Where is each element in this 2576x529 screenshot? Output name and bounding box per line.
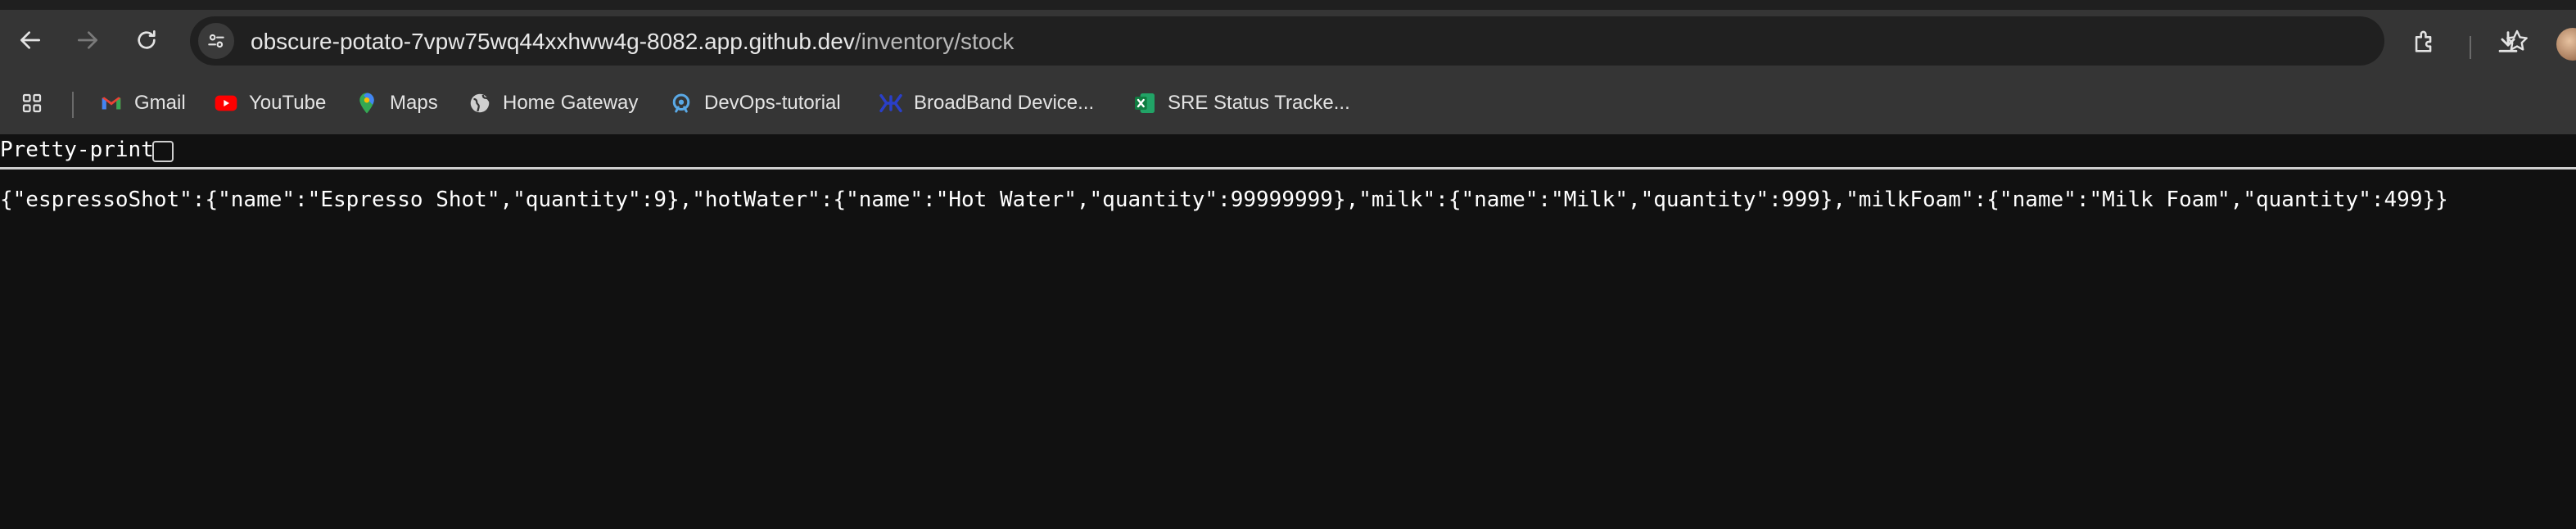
bookmark-broadband-device[interactable]: BroadBand Device... — [878, 72, 1094, 134]
bookmark-home-gateway[interactable]: Home Gateway — [467, 72, 638, 134]
excel-icon — [1132, 90, 1158, 116]
bookmark-label: SRE Status Tracke... — [1168, 92, 1350, 114]
browser-toolbar: obscure-potato-7vpw75wq44xxhww4g-8082.ap… — [0, 10, 2576, 72]
forward-icon[interactable] — [74, 26, 102, 54]
pretty-print-label: Pretty-print — [0, 138, 154, 162]
bookmark-label: Gmail — [134, 92, 186, 114]
apps-icon[interactable] — [20, 72, 44, 134]
back-icon[interactable] — [16, 26, 44, 54]
bookmark-devops-tutorial[interactable]: DevOps-tutorial — [668, 72, 841, 134]
bookmarks-divider — [72, 92, 74, 118]
broadband-icon — [878, 90, 904, 116]
bookmark-sre-status-tracker[interactable]: SRE Status Tracke... — [1132, 72, 1350, 134]
bookmark-label: BroadBand Device... — [914, 92, 1095, 114]
pretty-print-checkbox[interactable] — [152, 141, 174, 162]
bookmark-label: YouTube — [249, 92, 327, 114]
bookmark-gmail[interactable]: Gmail — [98, 72, 186, 134]
url-path: /inventory/stock — [854, 29, 1015, 54]
bookmark-label: Maps — [390, 92, 438, 114]
reload-icon[interactable] — [133, 26, 160, 54]
tab-strip — [0, 0, 2576, 10]
globe-icon — [467, 90, 493, 116]
profile-avatar[interactable] — [2556, 28, 2576, 61]
gmail-icon — [98, 90, 124, 116]
bookmark-label: DevOps-tutorial — [704, 92, 841, 114]
bookmark-label: Home Gateway — [503, 92, 639, 114]
site-settings-icon[interactable] — [198, 23, 234, 59]
bookmark-youtube[interactable]: YouTube — [213, 72, 326, 134]
json-response-text: {"espressoShot":{"name":"Espresso Shot",… — [0, 188, 2448, 212]
youtube-icon — [213, 90, 239, 116]
extensions-icon[interactable] — [2411, 28, 2438, 60]
toolbar-divider — [2470, 36, 2471, 59]
maps-icon — [354, 90, 380, 116]
download-icon[interactable] — [2494, 28, 2522, 60]
bookmarks-bar: Gmail YouTube Maps Home Gateway DevOps-t… — [0, 72, 2576, 134]
devops-icon — [668, 90, 694, 116]
url-text[interactable]: obscure-potato-7vpw75wq44xxhww4g-8082.ap… — [251, 29, 1014, 54]
bookmark-maps[interactable]: Maps — [354, 72, 438, 134]
pretty-print-bar: Pretty-print — [0, 134, 2576, 170]
address-bar[interactable]: obscure-potato-7vpw75wq44xxhww4g-8082.ap… — [190, 16, 2528, 66]
url-host: obscure-potato-7vpw75wq44xxhww4g-8082.ap… — [251, 29, 855, 54]
